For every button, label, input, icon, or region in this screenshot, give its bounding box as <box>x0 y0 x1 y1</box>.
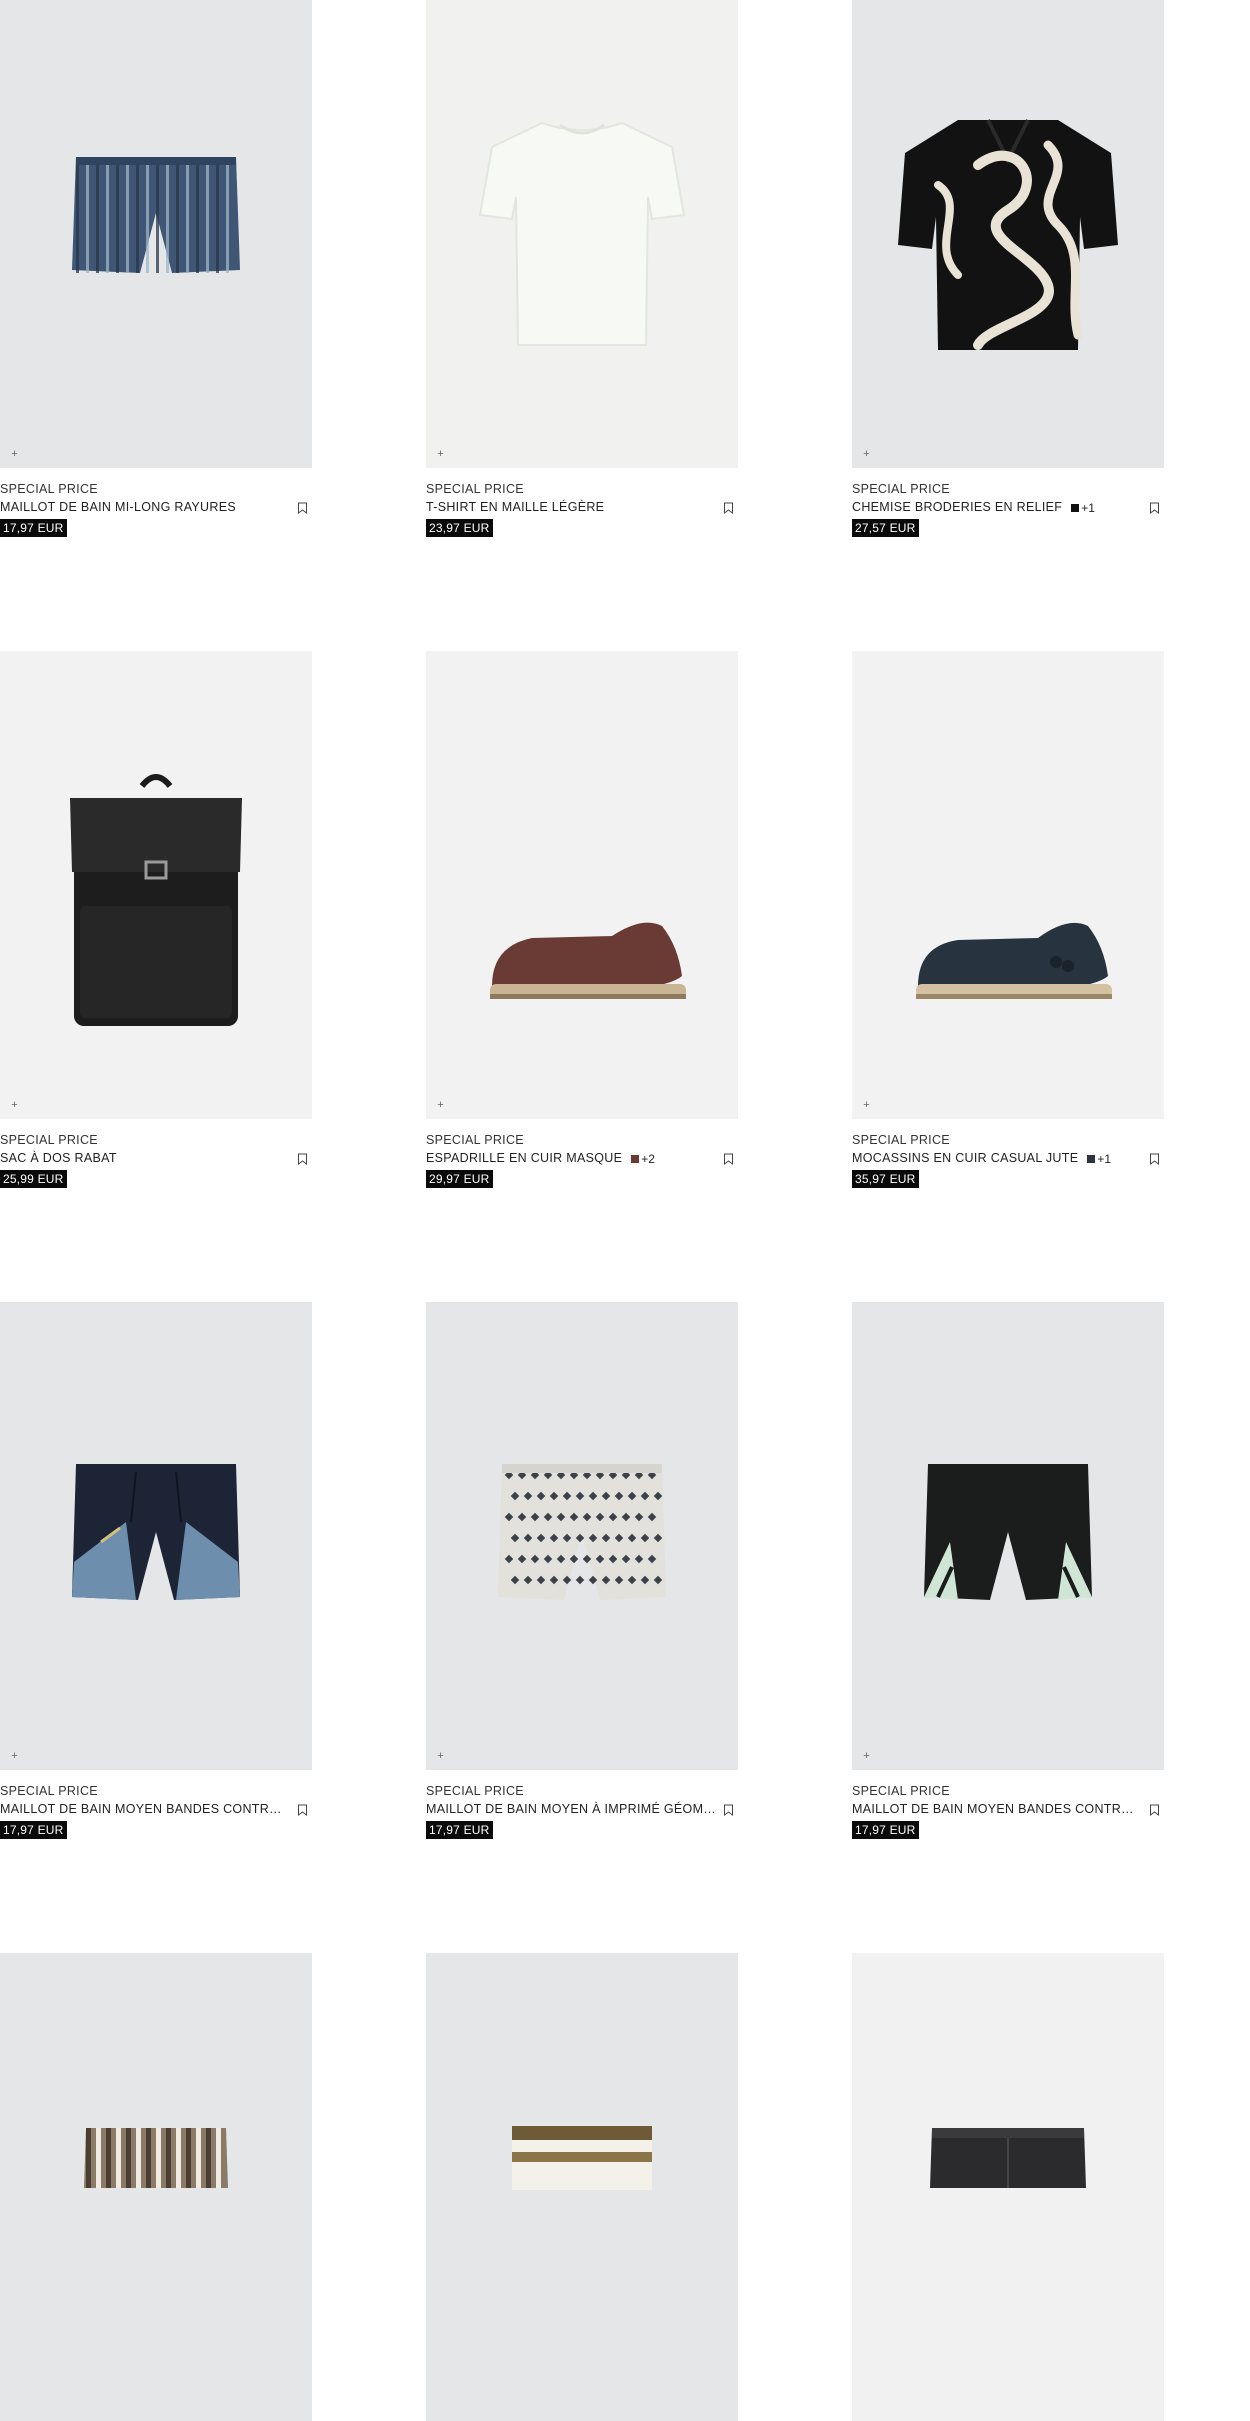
quick-add-plus-icon[interactable]: + <box>435 1100 446 1111</box>
color-swatch-square <box>1071 503 1080 512</box>
product-image[interactable]: + <box>0 1302 312 1770</box>
special-price-label: SPECIAL PRICE <box>852 1133 950 1147</box>
more-colors-count: +1 <box>1097 1151 1112 1166</box>
price-badge: 29,97 EUR <box>426 1170 493 1188</box>
special-price-label: SPECIAL PRICE <box>852 1784 950 1798</box>
color-swatch[interactable]: +1 <box>1087 1152 1111 1166</box>
product-info: SPECIAL PRICE MAILLOT DE BAIN MOYEN BANDE… <box>852 1782 1164 1839</box>
price-badge: 17,97 EUR <box>852 1821 919 1839</box>
special-price-label: SPECIAL PRICE <box>426 1133 524 1147</box>
quick-add-plus-icon[interactable]: + <box>9 1751 20 1762</box>
price-badge: 35,97 EUR <box>852 1170 919 1188</box>
product-grid: + SPECIAL PRICE MAILLOT DE BAIN MI-LONG RA… <box>0 0 1250 2421</box>
price-badge: 25,99 EUR <box>0 1170 67 1188</box>
bookmark-icon[interactable] <box>297 502 308 514</box>
bookmark-icon[interactable] <box>1149 1804 1160 1816</box>
product-info: SPECIAL PRICE MOCASSINS EN CUIR CASUAL JU… <box>852 1131 1164 1188</box>
product-info: SPECIAL PRICE MAILLOT DE BAIN MOYEN À IMP… <box>426 1782 738 1839</box>
product-info: SPECIAL PRICE MAILLOT DE BAIN MI-LONG RAY… <box>0 480 312 537</box>
color-swatch[interactable]: +1 <box>1071 501 1095 515</box>
product-illustration <box>72 1464 240 1600</box>
price-badge: 17,97 EUR <box>0 1821 67 1839</box>
product-image[interactable]: + <box>426 1302 738 1770</box>
product-name-sac-a-dos-rabat[interactable]: SAC À DOS RABAT <box>0 1149 117 1168</box>
bookmark-icon[interactable] <box>1149 502 1160 514</box>
price-badge: 17,97 EUR <box>0 519 67 537</box>
special-price-label: SPECIAL PRICE <box>852 482 950 496</box>
product-info: SPECIAL PRICE MAILLOT DE BAIN MOYEN BANDE… <box>0 1782 312 1839</box>
product-name-maillot-de-bain-mi-long-rayures[interactable]: MAILLOT DE BAIN MI-LONG RAYURES <box>0 498 236 517</box>
product-info: SPECIAL PRICE T-SHIRT EN MAILLE LÉGÈRE 23,… <box>426 480 738 537</box>
quick-add-plus-icon[interactable]: + <box>435 449 446 460</box>
product-info: SPECIAL PRICE SAC À DOS RABAT 25,99 EUR <box>0 1131 312 1188</box>
color-swatch-square <box>631 1154 640 1163</box>
special-price-label: SPECIAL PRICE <box>0 482 98 496</box>
price-badge: 17,97 EUR <box>426 1821 493 1839</box>
quick-add-plus-icon[interactable]: + <box>861 449 872 460</box>
product-name-maillot-de-bain-moyen-a-imprime-geometrique[interactable]: MAILLOT DE BAIN MOYEN À IMPRIMÉ GÉOMÉTRI… <box>426 1800 716 1819</box>
product-illustration <box>512 2126 652 2190</box>
product-image[interactable]: + <box>852 1302 1164 1770</box>
color-swatch-square <box>1087 1154 1096 1163</box>
product-illustration <box>930 2128 1086 2188</box>
product-info: SPECIAL PRICE CHEMISE BRODERIES EN RELIEF… <box>852 480 1164 537</box>
product-image[interactable] <box>0 1953 312 2421</box>
quick-add-plus-icon[interactable]: + <box>9 449 20 460</box>
product-name-maillot-de-bain-moyen-bandes-contrastees[interactable]: MAILLOT DE BAIN MOYEN BANDES CONTRASTÉES <box>852 1800 1142 1819</box>
product-illustration <box>478 121 686 346</box>
product-image[interactable] <box>426 1953 738 2421</box>
product-image[interactable]: + <box>426 651 738 1119</box>
product-name-mocassins-en-cuir-casual-jute[interactable]: MOCASSINS EN CUIR CASUAL JUTE <box>852 1149 1078 1168</box>
product-name-t-shirt-en-maille-legere[interactable]: T-SHIRT EN MAILLE LÉGÈRE <box>426 498 604 517</box>
product-image[interactable]: + <box>852 0 1164 468</box>
bookmark-icon[interactable] <box>1149 1153 1160 1165</box>
product-illustration <box>924 1464 1092 1600</box>
quick-add-plus-icon[interactable]: + <box>435 1751 446 1762</box>
product-illustration <box>498 1464 666 1600</box>
special-price-label: SPECIAL PRICE <box>426 482 524 496</box>
bookmark-icon[interactable] <box>723 502 734 514</box>
product-image[interactable]: + <box>852 651 1164 1119</box>
product-illustration <box>84 2128 228 2188</box>
color-swatch[interactable]: +2 <box>631 1152 655 1166</box>
quick-add-plus-icon[interactable]: + <box>9 1100 20 1111</box>
product-illustration <box>898 119 1118 350</box>
special-price-label: SPECIAL PRICE <box>0 1133 98 1147</box>
product-name-espadrille-en-cuir-masque[interactable]: ESPADRILLE EN CUIR MASQUE <box>426 1149 622 1168</box>
product-image[interactable]: + <box>0 0 312 468</box>
more-colors-count: +1 <box>1081 500 1095 515</box>
bookmark-icon[interactable] <box>297 1804 308 1816</box>
special-price-label: SPECIAL PRICE <box>426 1784 524 1798</box>
bookmark-icon[interactable] <box>723 1804 734 1816</box>
product-image[interactable]: + <box>426 0 738 468</box>
product-name-chemise-broderies-en-relief[interactable]: CHEMISE BRODERIES EN RELIEF <box>852 498 1062 517</box>
bookmark-icon[interactable] <box>723 1153 734 1165</box>
special-price-label: SPECIAL PRICE <box>0 1784 98 1798</box>
product-name-maillot-de-bain-moyen-bandes-contrastees[interactable]: MAILLOT DE BAIN MOYEN BANDES CONTRASTÉES <box>0 1800 290 1819</box>
product-image[interactable]: + <box>0 651 312 1119</box>
product-illustration <box>72 157 240 273</box>
quick-add-plus-icon[interactable]: + <box>861 1100 872 1111</box>
product-illustration <box>490 922 686 999</box>
bookmark-icon[interactable] <box>297 1153 308 1165</box>
product-info: SPECIAL PRICE ESPADRILLE EN CUIR MASQUE +2… <box>426 1131 738 1188</box>
quick-add-plus-icon[interactable]: + <box>861 1751 872 1762</box>
product-illustration <box>916 922 1112 999</box>
price-badge: 23,97 EUR <box>426 519 493 537</box>
product-image[interactable] <box>852 1953 1164 2421</box>
product-illustration <box>70 774 242 1026</box>
more-colors-count: +2 <box>641 1151 655 1166</box>
price-badge: 27,57 EUR <box>852 519 919 537</box>
